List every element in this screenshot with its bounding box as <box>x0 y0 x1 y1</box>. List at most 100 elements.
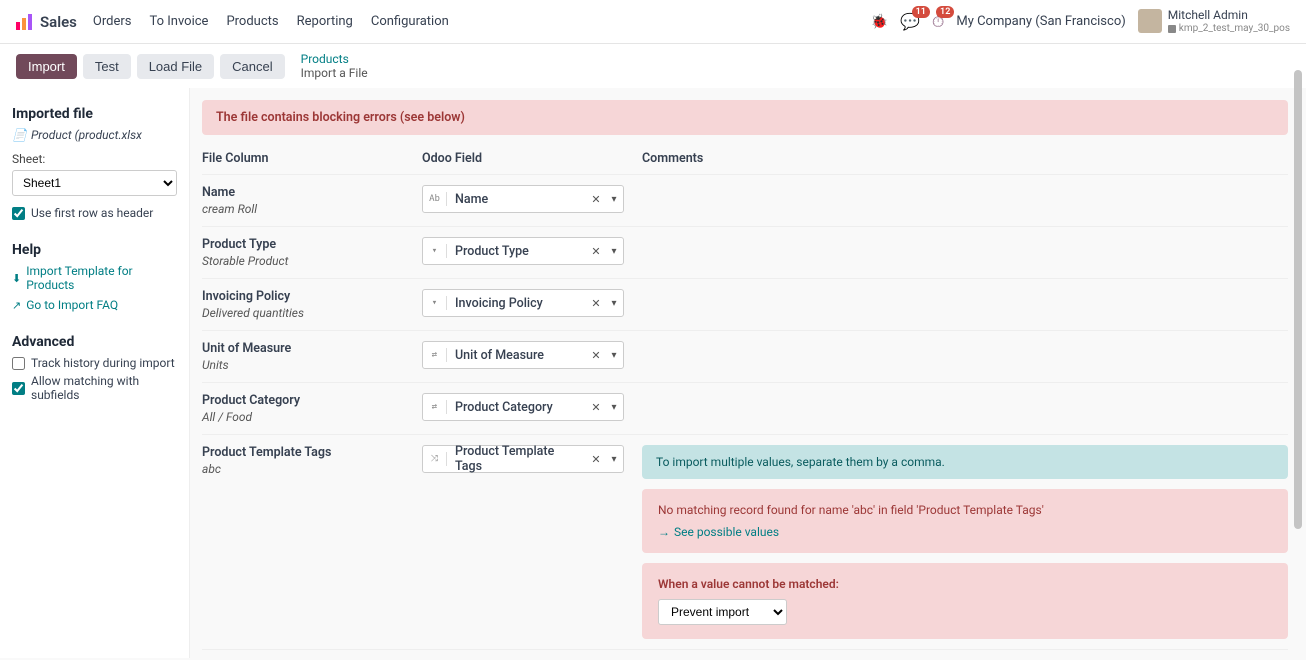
breadcrumb-products[interactable]: Products <box>301 52 368 66</box>
unmatched-action-select[interactable]: Prevent import <box>658 599 787 625</box>
field-type-icon: Ab <box>423 192 447 206</box>
external-link-icon: ↗ <box>12 299 21 312</box>
user-menu[interactable]: Mitchell Admin kmp_2_test_may_30_pos <box>1138 8 1290 34</box>
tags-error-box: No matching record found for name 'abc' … <box>642 489 1288 553</box>
unmatched-box: When a value cannot be matched: Prevent … <box>642 563 1288 639</box>
scrollbar[interactable] <box>1294 70 1304 658</box>
odoo-field-select[interactable]: Ab Name ✕ ▾ <box>422 185 624 213</box>
app-logo-icon <box>16 14 32 30</box>
first-row-header-checkbox[interactable] <box>12 207 25 220</box>
file-column-sample: Storable Product <box>202 254 422 268</box>
odoo-field-select[interactable]: ⇄ Unit of Measure ✕ ▾ <box>422 341 624 369</box>
odoo-field-select[interactable]: ⤨ Product Template Tags ✕ ▾ <box>422 445 624 473</box>
sidebar: Imported file 📄 Product (product.xlsx Sh… <box>0 88 190 658</box>
clear-field-icon[interactable]: ✕ <box>587 245 605 258</box>
sheet-label: Sheet: <box>12 152 177 166</box>
file-column-name: Unit of Measure <box>202 341 422 356</box>
odoo-field-select[interactable]: ▾ Invoicing Policy ✕ ▾ <box>422 289 624 317</box>
menu-orders[interactable]: Orders <box>93 14 132 29</box>
field-label: Product Category <box>447 400 587 415</box>
import-faq-link[interactable]: ↗ Go to Import FAQ <box>12 298 177 312</box>
cancel-button[interactable]: Cancel <box>220 54 284 79</box>
messages-badge: 11 <box>912 6 930 18</box>
app-name[interactable]: Sales <box>40 13 77 31</box>
odoo-field-select[interactable]: ⇄ Product Category ✕ ▾ <box>422 393 624 421</box>
file-column-name: Product Template Tags <box>202 445 422 460</box>
track-history-checkbox[interactable] <box>12 357 25 370</box>
file-icon: 📄 <box>12 128 27 142</box>
field-label: Product Template Tags <box>447 444 587 474</box>
tags-info-box: To import multiple values, separate them… <box>642 445 1288 479</box>
import-button[interactable]: Import <box>16 54 77 79</box>
company-switcher[interactable]: My Company (San Francisco) <box>956 14 1125 29</box>
field-type-icon: ⤨ <box>423 452 447 466</box>
field-type-icon: ▾ <box>423 244 447 258</box>
action-bar: Import Test Load File Cancel Products Im… <box>0 44 1306 88</box>
field-type-icon: ⇄ <box>423 348 447 362</box>
top-nav: Sales Orders To Invoice Products Reporti… <box>0 0 1306 44</box>
columns-header: File Column Odoo Field Comments <box>202 145 1288 174</box>
header-comments: Comments <box>642 151 1288 166</box>
file-name-row: 📄 Product (product.xlsx <box>12 128 177 142</box>
chevron-down-icon[interactable]: ▾ <box>605 246 623 257</box>
load-file-button[interactable]: Load File <box>137 54 214 79</box>
chevron-down-icon[interactable]: ▾ <box>605 454 623 465</box>
odoo-field-select[interactable]: ▾ Product Type ✕ ▾ <box>422 237 624 265</box>
file-column-sample: Delivered quantities <box>202 306 422 320</box>
file-column-name: Product Type <box>202 237 422 252</box>
header-odoo-field: Odoo Field <box>422 151 642 166</box>
menu-configuration[interactable]: Configuration <box>371 14 449 29</box>
sheet-select[interactable]: Sheet1 <box>12 170 177 196</box>
first-row-header-label: Use first row as header <box>31 206 153 220</box>
clear-field-icon[interactable]: ✕ <box>587 349 605 362</box>
field-label: Unit of Measure <box>447 348 587 363</box>
mapping-row: Product Category All / Food ⇄ Product Cat… <box>202 382 1288 434</box>
user-name: Mitchell Admin <box>1168 8 1290 22</box>
header-file-column: File Column <box>202 151 422 166</box>
bug-icon[interactable]: 🐞 <box>871 14 888 30</box>
file-column-name: Product Category <box>202 393 422 408</box>
mapping-row: Product Template Tags abc ⤨ Product Templ… <box>202 434 1288 649</box>
field-label: Name <box>447 192 587 207</box>
messages-icon[interactable]: 💬 11 <box>900 12 920 31</box>
file-column-sample: All / Food <box>202 410 422 424</box>
scrollbar-thumb[interactable] <box>1294 70 1302 529</box>
menu-to-invoice[interactable]: To Invoice <box>149 14 208 29</box>
arrow-right-icon: → <box>658 525 670 539</box>
field-label: Invoicing Policy <box>447 296 587 311</box>
blocking-errors-alert: The file contains blocking errors (see b… <box>202 100 1288 135</box>
field-type-icon: ▾ <box>423 296 447 310</box>
clear-field-icon[interactable]: ✕ <box>587 193 605 206</box>
activities-badge: 12 <box>936 6 954 18</box>
menu-products[interactable]: Products <box>226 14 278 29</box>
unmatched-label: When a value cannot be matched: <box>658 577 1272 591</box>
field-type-icon: ⇄ <box>423 400 447 414</box>
clear-field-icon[interactable]: ✕ <box>587 453 605 466</box>
allow-subfields-checkbox[interactable] <box>12 382 25 395</box>
file-column-sample: abc <box>202 462 422 476</box>
advanced-title: Advanced <box>12 334 177 350</box>
mapping-row: Unit of MeasureUnits ⇄ Unit of Measure ✕… <box>202 330 1288 382</box>
chevron-down-icon[interactable]: ▾ <box>605 350 623 361</box>
activities-icon[interactable]: ⏱ 12 <box>932 12 944 32</box>
avatar-icon <box>1138 9 1162 33</box>
clear-field-icon[interactable]: ✕ <box>587 401 605 414</box>
chevron-down-icon[interactable]: ▾ <box>605 402 623 413</box>
test-button[interactable]: Test <box>83 54 131 79</box>
help-title: Help <box>12 242 177 258</box>
see-possible-values-link[interactable]: → See possible values <box>658 525 1272 539</box>
chevron-down-icon[interactable]: ▾ <box>605 194 623 205</box>
imported-file-title: Imported file <box>12 106 177 122</box>
clear-field-icon[interactable]: ✕ <box>587 297 605 310</box>
content-area: The file contains blocking errors (see b… <box>190 88 1306 658</box>
db-name: kmp_2_test_may_30_pos <box>1168 23 1290 35</box>
import-template-link[interactable]: ⬇ Import Template for Products <box>12 264 177 292</box>
mapping-row: Namecream Roll Ab Name ✕ ▾ <box>202 174 1288 226</box>
mapping-row: Product Type Storable Product ▾ Product T… <box>202 226 1288 278</box>
breadcrumb: Products Import a File <box>301 52 368 80</box>
menu-reporting[interactable]: Reporting <box>297 14 353 29</box>
field-label: Product Type <box>447 244 587 259</box>
file-name: Product (product.xlsx <box>31 128 142 142</box>
file-column-name: Invoicing Policy <box>202 289 422 304</box>
chevron-down-icon[interactable]: ▾ <box>605 298 623 309</box>
